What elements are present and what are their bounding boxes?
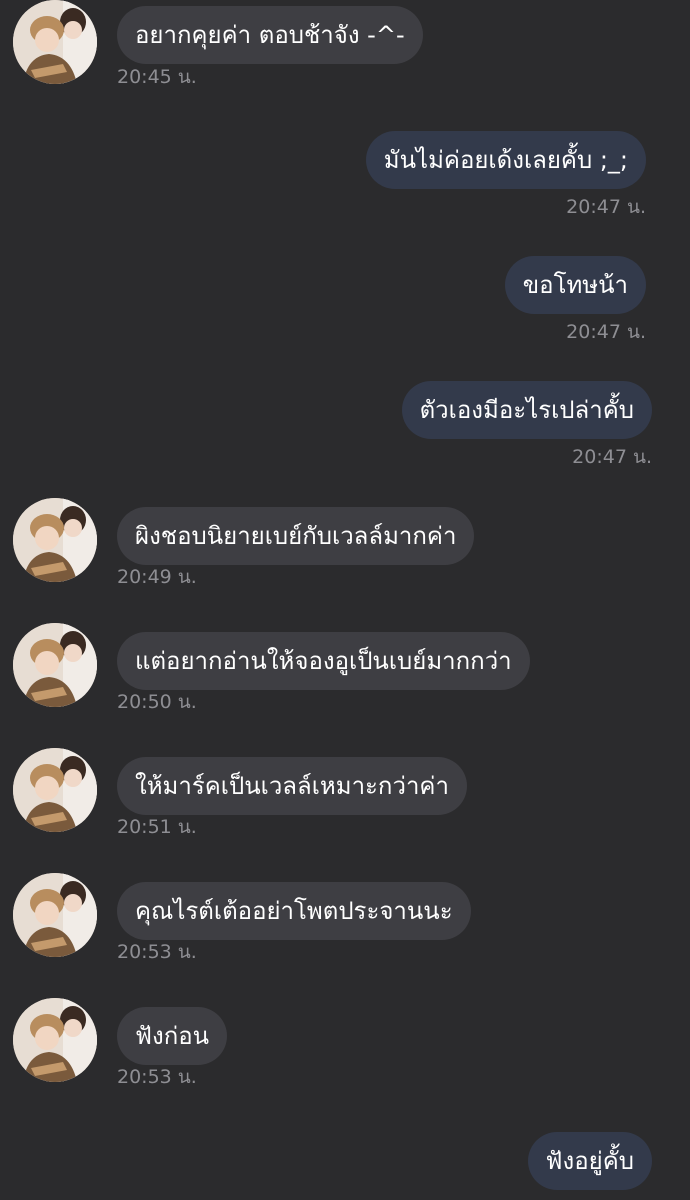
avatar-photo-icon xyxy=(13,498,97,582)
contact-avatar[interactable] xyxy=(13,498,97,582)
message-bubble[interactable]: ขอโทษน้า xyxy=(504,256,646,314)
contact-avatar[interactable] xyxy=(13,873,97,957)
avatar-photo-icon xyxy=(13,0,97,84)
avatar-photo-icon xyxy=(13,623,97,707)
message-timestamp: 20:49 น. xyxy=(117,566,197,588)
message-timestamp: 20:53 น. xyxy=(117,1066,197,1088)
incoming-message: ผิงชอบนิยายเบย์กับเวลล์มากค่า 20:49 น. xyxy=(0,497,690,597)
incoming-message: ให้มาร์คเป็นเวลล์เหมาะกว่าค่า 20:51 น. xyxy=(0,747,690,847)
contact-avatar[interactable] xyxy=(13,748,97,832)
chat-thread: อยากคุยค่า ตอบช้าจัง -^- 20:45 น. มันไม่… xyxy=(0,0,690,1200)
outgoing-message: ตัวเองมีอะไรเปล่าคั้บ 20:47 น. xyxy=(0,380,690,480)
contact-avatar[interactable] xyxy=(13,0,97,84)
message-timestamp: 20:45 น. xyxy=(117,66,197,88)
incoming-message: อยากคุยค่า ตอบช้าจัง -^- 20:45 น. xyxy=(0,0,690,100)
message-timestamp: 20:53 น. xyxy=(117,941,197,963)
outgoing-message: มันไม่ค่อยเด้งเลยคั้บ ;_; 20:47 น. xyxy=(0,130,690,230)
incoming-message: คุณไรต์เต้ออย่าโพตประจานนะ 20:53 น. xyxy=(0,872,690,972)
message-timestamp: 20:47 น. xyxy=(572,446,652,468)
avatar-photo-icon xyxy=(13,748,97,832)
message-bubble[interactable]: มันไม่ค่อยเด้งเลยคั้บ ;_; xyxy=(365,131,646,189)
message-bubble[interactable]: อยากคุยค่า ตอบช้าจัง -^- xyxy=(117,6,423,64)
message-timestamp: 20:47 น. xyxy=(566,321,646,343)
message-bubble[interactable]: แต่อยากอ่านให้จองอูเป็นเบย์มากกว่า xyxy=(117,632,530,690)
message-bubble[interactable]: ผิงชอบนิยายเบย์กับเวลล์มากค่า xyxy=(117,507,475,565)
contact-avatar[interactable] xyxy=(13,998,97,1082)
message-timestamp: 20:50 น. xyxy=(117,691,197,713)
avatar-photo-icon xyxy=(13,873,97,957)
message-timestamp: 20:51 น. xyxy=(117,816,197,838)
message-bubble[interactable]: ให้มาร์คเป็นเวลล์เหมาะกว่าค่า xyxy=(117,757,467,815)
message-bubble[interactable]: คุณไรต์เต้ออย่าโพตประจานนะ xyxy=(117,882,471,940)
message-bubble[interactable]: ฟังอยู่คั้บ xyxy=(527,1132,652,1190)
outgoing-message: ขอโทษน้า 20:47 น. xyxy=(0,255,690,355)
message-bubble[interactable]: ฟังก่อน xyxy=(117,1007,228,1065)
outgoing-message: ฟังอยู่คั้บ xyxy=(0,1130,690,1200)
incoming-message: ฟังก่อน 20:53 น. xyxy=(0,997,690,1097)
incoming-message: แต่อยากอ่านให้จองอูเป็นเบย์มากกว่า 20:50… xyxy=(0,622,690,722)
message-timestamp: 20:47 น. xyxy=(566,196,646,218)
contact-avatar[interactable] xyxy=(13,623,97,707)
avatar-photo-icon xyxy=(13,998,97,1082)
message-bubble[interactable]: ตัวเองมีอะไรเปล่าคั้บ xyxy=(401,381,652,439)
